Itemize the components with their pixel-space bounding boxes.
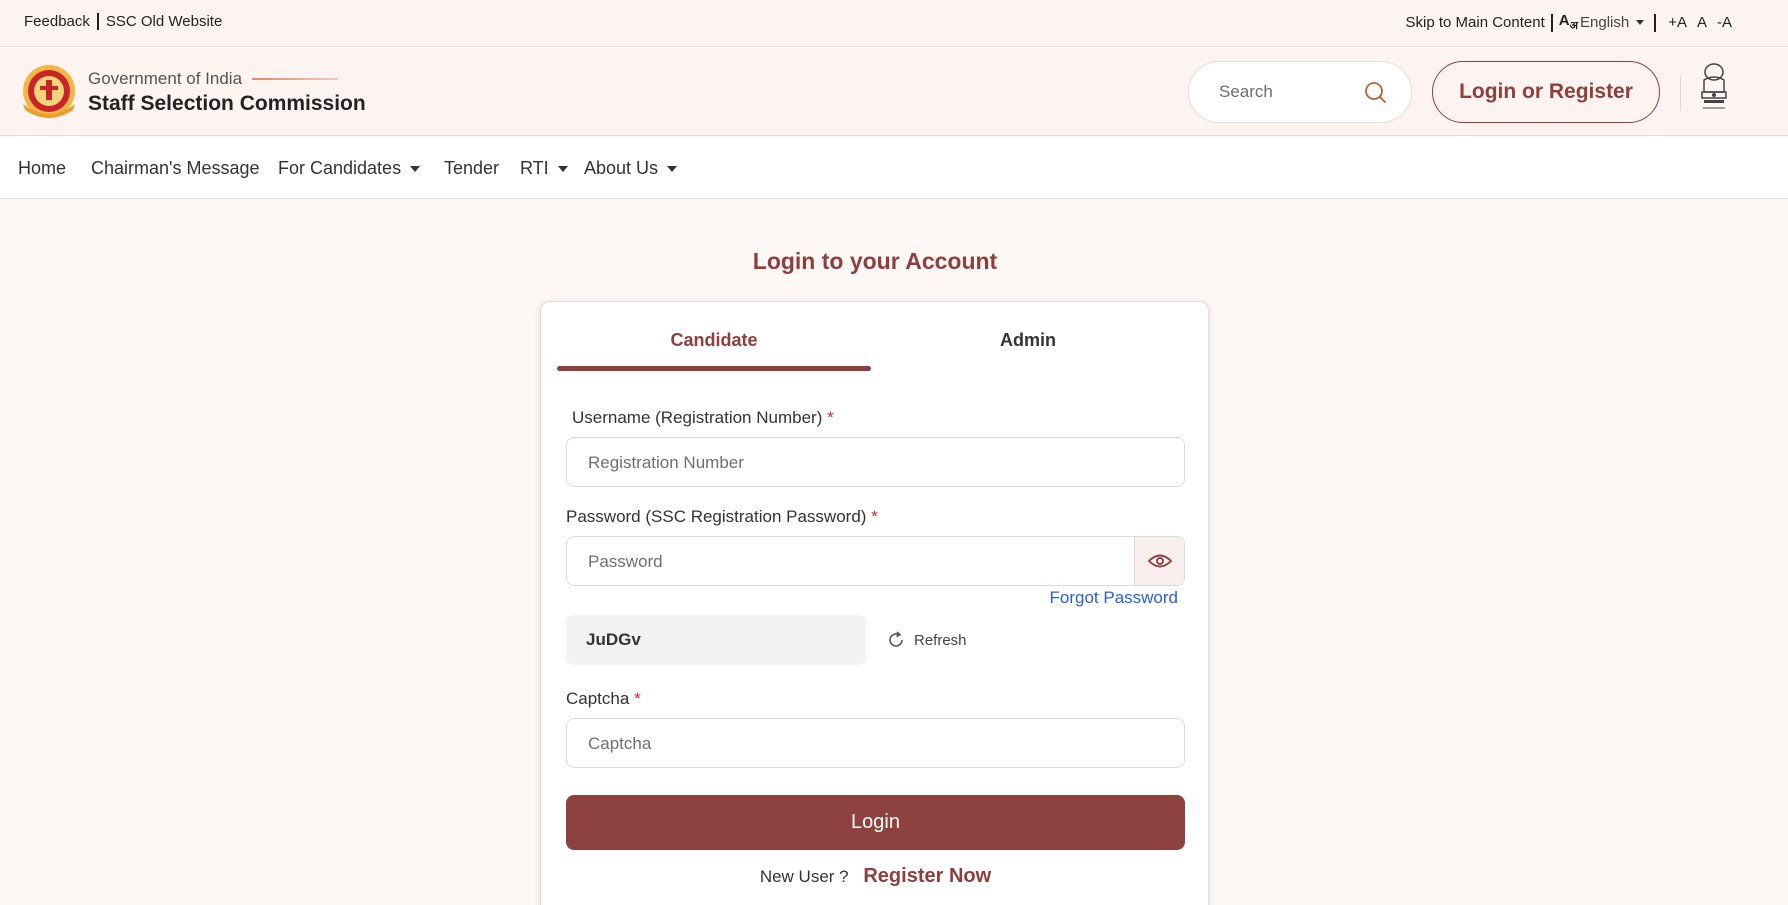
utility-bar: Feedback SSC Old Website Skip to Main Co… [0,0,1788,47]
captcha-label: Captcha * [566,689,641,708]
national-emblem-icon [1694,60,1734,120]
main-nav: Home Chairman's Message For Candidates T… [0,137,1788,199]
separator [1550,13,1553,32]
site-header: Government of India Staff Selection Comm… [0,48,1788,136]
skip-to-main-link[interactable]: Skip to Main Content [1406,14,1545,31]
chevron-down-icon [410,165,421,172]
font-normal-button[interactable]: A [1697,14,1707,31]
nav-item-for-candidates[interactable]: For Candidates [278,158,421,179]
nav-item-tender[interactable]: Tender [444,158,499,179]
feedback-link[interactable]: Feedback [24,13,90,30]
divider [1680,75,1681,111]
captcha-input[interactable]: Captcha [566,718,1185,768]
search-input[interactable]: Search [1188,61,1412,123]
login-button[interactable]: Login [566,795,1185,850]
register-now-link[interactable]: Register Now [863,865,991,887]
refresh-icon [889,631,903,647]
font-decrease-button[interactable]: -A [1717,14,1732,31]
separator [1654,13,1657,32]
accessibility-controls: Skip to Main Content Aअ English +A A -A [1406,12,1732,33]
language-icon: Aअ [1558,12,1579,32]
eye-icon [1147,554,1172,568]
old-website-link[interactable]: SSC Old Website [106,13,222,30]
password-input[interactable]: Password [566,536,1185,586]
username-label: Username (Registration Number) * [572,408,834,427]
gov-of-india-label: Government of India [88,69,339,89]
tab-candidate[interactable]: Candidate [557,330,871,351]
nav-item-about-us[interactable]: About Us [584,158,678,179]
search-placeholder: Search [1219,82,1273,101]
new-user-prompt: New User ? Register Now [759,865,992,887]
login-card: Candidate Admin Username (Registration N… [540,301,1209,905]
separator [96,13,99,30]
active-tab-indicator [557,366,871,371]
refresh-captcha-button[interactable]: Refresh [886,630,967,650]
utility-links: Feedback SSC Old Website [24,13,222,30]
chevron-down-icon [667,165,678,172]
search-icon[interactable] [1363,80,1387,104]
login-or-register-button[interactable]: Login or Register [1432,61,1660,123]
font-increase-button[interactable]: +A [1668,14,1687,31]
language-selector[interactable]: English [1580,14,1645,31]
ssc-logo-icon[interactable] [17,64,81,120]
captcha-image: JuDGv [566,615,866,665]
nav-item-home[interactable]: Home [18,158,66,179]
chevron-down-icon [1636,20,1645,25]
username-input[interactable]: Registration Number [566,437,1185,487]
toggle-password-visibility-button[interactable] [1134,537,1184,585]
password-label: Password (SSC Registration Password) * [566,507,878,526]
chevron-down-icon [557,165,568,172]
tab-admin[interactable]: Admin [871,330,1185,351]
nav-item-chairmans-message[interactable]: Chairman's Message [91,158,260,179]
org-name: Staff Selection Commission [88,92,366,115]
page-title: Login to your Account [752,248,998,274]
nav-item-rti[interactable]: RTI [520,158,568,179]
forgot-password-link[interactable]: Forgot Password [1050,588,1179,608]
